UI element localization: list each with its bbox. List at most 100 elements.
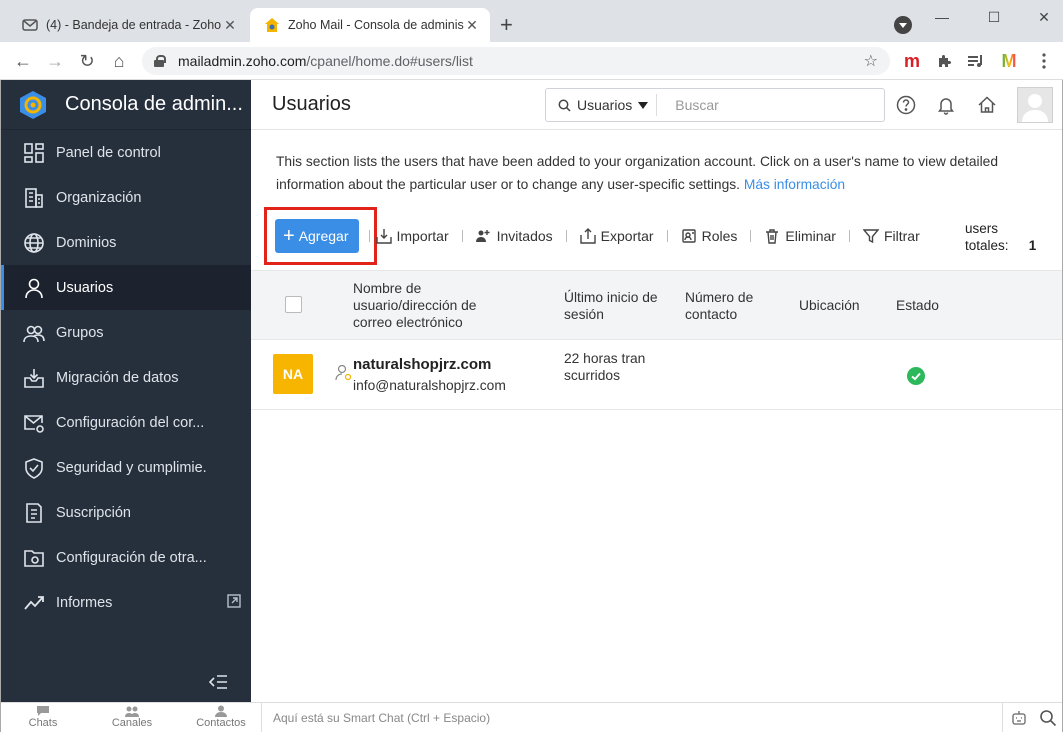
- collapse-sidebar-icon[interactable]: [208, 674, 228, 690]
- browser-tab-inbox[interactable]: (4) - Bandeja de entrada - Zoho M ✕: [8, 8, 248, 42]
- external-link-icon[interactable]: [227, 594, 241, 608]
- extension-m-icon[interactable]: m: [902, 51, 922, 71]
- shield-icon: [25, 457, 43, 479]
- sidebar-item-subscription[interactable]: Suscripción: [1, 490, 251, 535]
- users-total-count: 1: [1028, 238, 1037, 253]
- address-bar[interactable]: mailadmin.zoho.com/cpanel/home.do#users/…: [142, 47, 890, 75]
- sidebar-item-mail-settings[interactable]: Configuración del cor...: [1, 400, 251, 445]
- column-header-status: Estado: [896, 298, 939, 313]
- column-header-last-login[interactable]: Último inicio de sesión: [564, 289, 660, 323]
- back-icon[interactable]: ←: [12, 50, 34, 72]
- table-row[interactable]: NA naturalshopjrz.com info@naturalshopjr…: [251, 340, 1062, 410]
- column-header-contact: Número de contacto: [685, 290, 754, 322]
- admin-console-logo-icon: [20, 90, 46, 119]
- select-all-checkbox[interactable]: [285, 296, 302, 313]
- sidebar-item-data-migration[interactable]: Migración de datos: [1, 355, 251, 400]
- group-icon: [23, 325, 45, 342]
- main-content: Usuarios Usuarios This section lists the…: [251, 80, 1062, 702]
- minimize-icon[interactable]: —: [932, 6, 952, 28]
- delete-button[interactable]: Eliminar: [751, 228, 849, 244]
- contacts-button[interactable]: Contactos: [186, 705, 256, 729]
- close-window-icon[interactable]: ✕: [1034, 6, 1054, 28]
- smart-chat-bot-icon[interactable]: [1010, 709, 1028, 727]
- filter-button[interactable]: Filtrar: [850, 228, 933, 244]
- chats-button[interactable]: Chats: [8, 705, 78, 729]
- forward-icon[interactable]: →: [44, 50, 66, 72]
- admin-console-app: Consola de admin... Panel de control Org…: [0, 80, 1063, 732]
- close-tab-icon[interactable]: ✕: [222, 17, 238, 34]
- sidebar-item-dashboard[interactable]: Panel de control: [1, 130, 251, 175]
- channels-button[interactable]: Canales: [97, 705, 167, 729]
- invited-button[interactable]: Invitados: [463, 228, 566, 244]
- bottom-bar: Chats Canales Contactos Aquí está su Sma…: [1, 702, 1062, 732]
- zoho-admin-favicon-icon: [265, 18, 279, 32]
- export-icon: [579, 228, 596, 244]
- search-input[interactable]: [657, 97, 858, 113]
- sidebar-item-other-settings[interactable]: Configuración de otra...: [1, 535, 251, 580]
- user-name-link[interactable]: naturalshopjrz.com: [353, 356, 491, 373]
- sidebar-item-groups[interactable]: Grupos: [1, 310, 251, 355]
- browser-tab-admin[interactable]: Zoho Mail - Consola de administ ✕: [250, 8, 490, 42]
- url-path: /cpanel/home.do#users/list: [306, 53, 473, 69]
- help-icon[interactable]: [896, 95, 916, 115]
- search-box: Usuarios: [545, 88, 885, 122]
- column-header-name[interactable]: Nombre de usuario/dirección de correo el…: [353, 280, 503, 331]
- new-tab-icon[interactable]: +: [500, 14, 513, 36]
- home-icon[interactable]: ⌂: [108, 50, 130, 72]
- notification-bell-icon[interactable]: [936, 95, 956, 115]
- page-header: Usuarios Usuarios: [251, 80, 1062, 130]
- smart-chat-input[interactable]: Aquí está su Smart Chat (Ctrl + Espacio): [261, 703, 1003, 732]
- sidebar-item-security[interactable]: Seguridad y cumplimie...: [1, 445, 251, 490]
- lock-icon: [154, 55, 166, 67]
- sidebar: Consola de admin... Panel de control Org…: [1, 80, 251, 702]
- column-header-location: Ubicación: [799, 298, 860, 313]
- sidebar-item-reports[interactable]: Informes: [1, 580, 251, 625]
- search-icon[interactable]: [1039, 709, 1057, 727]
- default-avatar-icon: [1022, 94, 1048, 122]
- sidebar-brand[interactable]: Consola de admin...: [1, 80, 251, 130]
- add-user-button[interactable]: + Agregar: [275, 219, 359, 253]
- search-icon: [558, 99, 571, 112]
- dashboard-icon: [24, 142, 44, 163]
- sidebar-item-organization[interactable]: Organización: [1, 175, 251, 220]
- roles-button[interactable]: Roles: [668, 228, 751, 244]
- browser-menu-icon[interactable]: [1036, 51, 1052, 71]
- invited-users-icon: [475, 230, 490, 242]
- reload-icon[interactable]: ↻: [76, 50, 98, 72]
- roles-icon: [681, 229, 696, 243]
- export-button[interactable]: Exportar: [567, 228, 667, 244]
- page-title: Usuarios: [272, 93, 351, 115]
- more-info-link[interactable]: Más información: [744, 177, 845, 192]
- sidebar-item-users[interactable]: Usuarios: [1, 265, 251, 310]
- tab-title: Zoho Mail - Consola de administ: [288, 18, 464, 32]
- sidebar-nav: Panel de control Organización Dominios U…: [1, 130, 251, 625]
- status-active-icon: [907, 367, 925, 385]
- intro-text: This section lists the users that have b…: [276, 154, 999, 192]
- url-host: mailadmin.zoho.com: [178, 53, 307, 69]
- tab-title: (4) - Bandeja de entrada - Zoho M: [46, 18, 222, 32]
- chat-bubble-icon: [37, 706, 49, 716]
- user-initials-badge: NA: [273, 354, 313, 394]
- bookmark-star-icon[interactable]: ☆: [864, 51, 878, 71]
- filter-icon: [862, 229, 879, 244]
- maximize-icon[interactable]: ☐: [984, 6, 1004, 28]
- home-icon[interactable]: [977, 95, 997, 115]
- zoho-mail-favicon-icon: [22, 19, 38, 31]
- trash-icon: [766, 229, 779, 244]
- contacts-icon: [215, 705, 227, 717]
- sidebar-item-domains[interactable]: Dominios: [1, 220, 251, 265]
- close-tab-icon[interactable]: ✕: [464, 17, 480, 34]
- subscription-icon: [26, 502, 42, 523]
- extension-multicolor-m-icon[interactable]: M: [998, 51, 1020, 71]
- users-table-header: Nombre de usuario/dirección de correo el…: [251, 270, 1062, 340]
- media-queue-icon[interactable]: [966, 51, 986, 71]
- user-email: info@naturalshopjrz.com: [353, 378, 506, 393]
- import-button[interactable]: Importar: [370, 228, 462, 244]
- search-scope-dropdown[interactable]: Usuarios: [546, 94, 658, 116]
- extensions-puzzle-icon[interactable]: [934, 51, 954, 71]
- tab-search-icon[interactable]: [894, 16, 912, 34]
- search-scope-label: Usuarios: [577, 97, 633, 113]
- browser-toolbar: ← → ↻ ⌂ mailadmin.zoho.com/cpanel/home.d…: [0, 42, 1063, 80]
- mail-settings-icon: [24, 414, 44, 433]
- user-avatar[interactable]: [1017, 87, 1053, 123]
